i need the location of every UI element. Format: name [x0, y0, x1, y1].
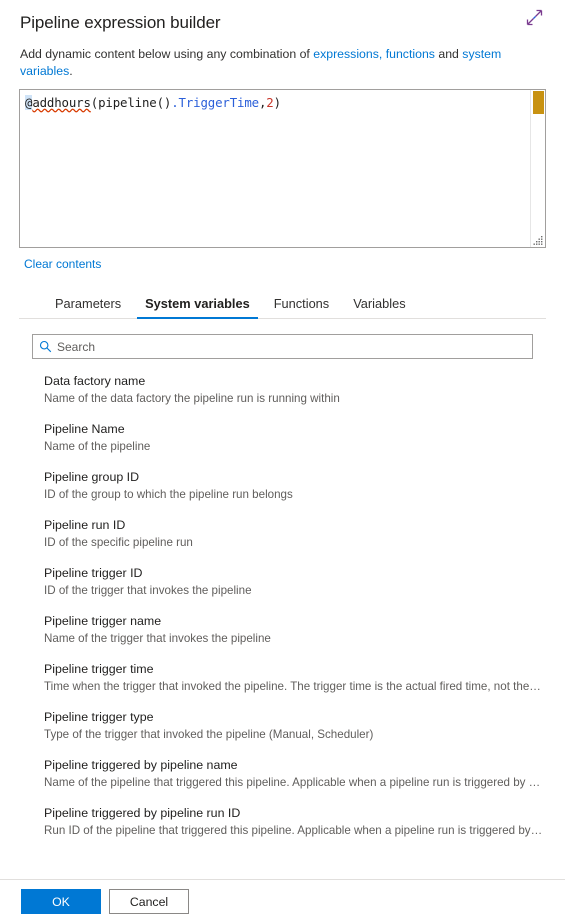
variable-description: Run ID of the pipeline that triggered th… — [44, 824, 544, 837]
resize-grip-icon — [533, 236, 543, 245]
variable-description: Name of the pipeline that triggered this… — [44, 776, 544, 789]
list-item[interactable]: Pipeline triggered by pipeline run ID Ru… — [44, 805, 545, 839]
editor-scrollbar-thumb[interactable] — [533, 91, 544, 114]
tab-variables[interactable]: Variables — [341, 296, 417, 318]
editor-vertical-scrollbar[interactable] — [532, 90, 545, 247]
expand-diagonal-icon-svg — [526, 9, 542, 25]
variable-name: Pipeline group ID — [44, 470, 140, 484]
token-function-name: addhours — [32, 95, 91, 110]
variable-name: Pipeline trigger time — [44, 662, 154, 676]
list-item[interactable]: Pipeline triggered by pipeline name Name… — [44, 757, 545, 791]
subtitle-middle: and — [434, 47, 463, 61]
search-icon-svg — [39, 340, 51, 353]
dialog-footer: OK Cancel — [0, 879, 565, 923]
variable-description: Type of the trigger that invoked the pip… — [44, 728, 374, 741]
cancel-button[interactable]: Cancel — [109, 889, 189, 914]
variable-description: ID of the group to which the pipeline ru… — [44, 488, 293, 501]
expressions-functions-link[interactable]: expressions, functions — [313, 47, 435, 61]
variable-description: Name of the trigger that invokes the pip… — [44, 632, 271, 645]
panel-header: Pipeline expression builder — [0, 0, 565, 34]
list-item[interactable]: Pipeline trigger time Time when the trig… — [44, 661, 545, 695]
tab-functions[interactable]: Functions — [262, 296, 341, 318]
variable-description: ID of the specific pipeline run — [44, 536, 193, 549]
variable-name: Pipeline run ID — [44, 518, 126, 532]
expression-editor-content[interactable]: @addhours(pipeline().TriggerTime,2) — [20, 90, 531, 247]
expression-line: @addhours(pipeline().TriggerTime,2) — [20, 90, 531, 111]
search-box[interactable] — [32, 334, 533, 359]
variable-description: Name of the data factory the pipeline ru… — [44, 392, 340, 405]
search-icon — [33, 340, 57, 353]
token-close-paren: ) — [273, 95, 281, 110]
variable-name: Pipeline triggered by pipeline run ID — [44, 806, 241, 820]
list-item[interactable]: Pipeline run ID ID of the specific pipel… — [44, 517, 545, 551]
list-item[interactable]: Pipeline trigger type Type of the trigge… — [44, 709, 545, 743]
clear-contents-link[interactable]: Clear contents — [24, 257, 101, 271]
subtitle: Add dynamic content below using any comb… — [20, 46, 545, 80]
token-number: 2 — [266, 95, 274, 110]
variable-name: Pipeline trigger type — [44, 710, 154, 724]
ok-button[interactable]: OK — [21, 889, 101, 914]
system-variables-list: Data factory name Name of the data facto… — [0, 373, 565, 843]
variable-description: Time when the trigger that invoked the p… — [44, 680, 544, 693]
variable-description: Name of the pipeline — [44, 440, 151, 453]
variable-name: Pipeline triggered by pipeline name — [44, 758, 238, 772]
variable-name: Data factory name — [44, 374, 146, 388]
expand-diagonal-icon[interactable] — [521, 4, 547, 30]
subtitle-suffix: . — [69, 64, 73, 78]
editor-resize-grip[interactable] — [532, 234, 544, 246]
tab-bar: Parameters System variables Functions Va… — [19, 291, 546, 319]
variable-name: Pipeline Name — [44, 422, 125, 436]
list-item[interactable]: Pipeline group ID ID of the group to whi… — [44, 469, 545, 503]
list-item[interactable]: Pipeline Name Name of the pipeline — [44, 421, 545, 455]
expression-editor[interactable]: @addhours(pipeline().TriggerTime,2) — [19, 89, 546, 248]
page-title: Pipeline expression builder — [20, 13, 221, 32]
token-pipeline-ident: pipeline — [98, 95, 157, 110]
token-property: .TriggerTime — [171, 95, 259, 110]
list-item[interactable]: Pipeline trigger name Name of the trigge… — [44, 613, 545, 647]
tab-system-variables[interactable]: System variables — [133, 296, 262, 319]
token-empty-parens: () — [156, 95, 172, 110]
variable-name: Pipeline trigger ID — [44, 566, 143, 580]
subtitle-prefix: Add dynamic content below using any comb… — [20, 47, 314, 61]
list-item[interactable]: Pipeline trigger ID ID of the trigger th… — [44, 565, 545, 599]
tab-parameters[interactable]: Parameters — [43, 296, 133, 318]
search-input[interactable] — [57, 335, 532, 358]
token-open-paren: ( — [90, 95, 99, 110]
variable-name: Pipeline trigger name — [44, 614, 162, 628]
editor-scrollbar-divider — [530, 90, 531, 247]
list-item[interactable]: Data factory name Name of the data facto… — [44, 373, 545, 407]
variable-description: ID of the trigger that invokes the pipel… — [44, 584, 252, 597]
